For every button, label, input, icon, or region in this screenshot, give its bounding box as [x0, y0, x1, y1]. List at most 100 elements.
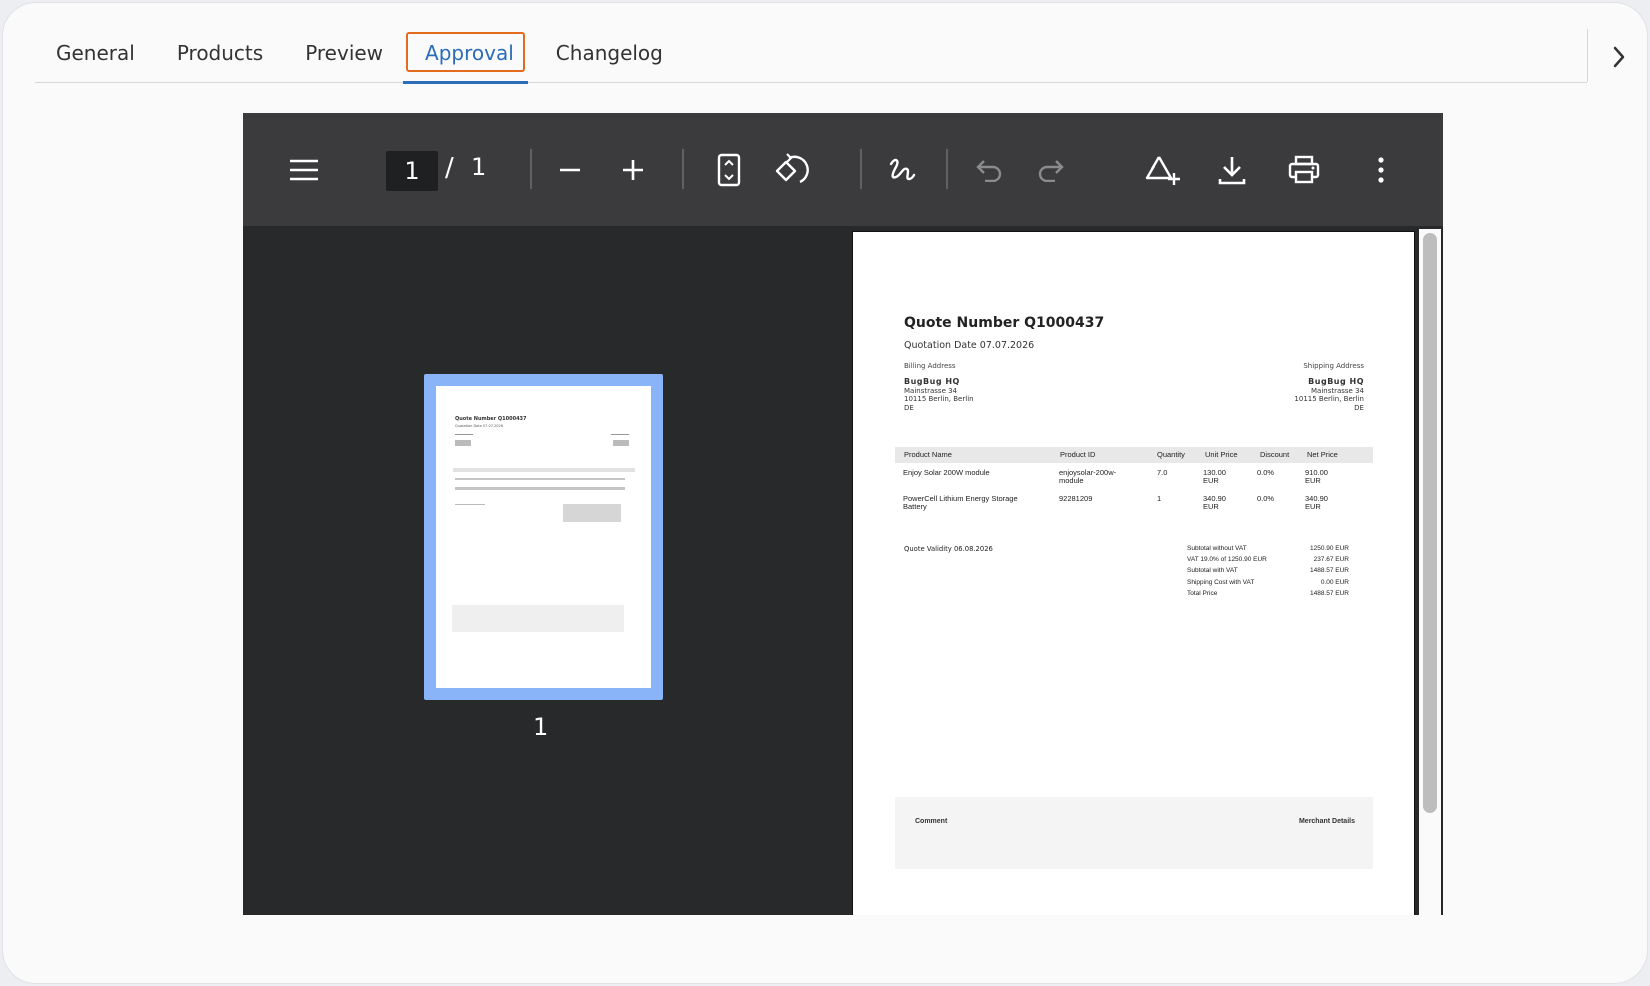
pdf-page: Quote Number Q1000437 Quotation Date 07.…: [852, 231, 1415, 915]
shipping-address-heading: Shipping Address: [1303, 362, 1364, 370]
unit-price: 130.00 EUR: [1203, 469, 1226, 485]
product-name-line: Battery: [903, 502, 927, 511]
scrollbar[interactable]: [1419, 229, 1441, 915]
zoom-in-button[interactable]: [612, 149, 654, 191]
total-label: VAT 19.0% of 1250.90 EUR: [1187, 556, 1267, 564]
zoom-out-icon: [560, 168, 580, 172]
toolbar-divider: [860, 149, 862, 189]
product-id-line: module: [1059, 476, 1084, 485]
thumbnail-title: Quote Number Q1000437: [455, 416, 527, 422]
thumbnail-totals: [563, 504, 621, 522]
thumbnail-table-header: [453, 468, 635, 472]
focus-outline: [406, 32, 525, 72]
scrollbar-thumb[interactable]: [1423, 233, 1437, 813]
pdf-toolbar: 1 / 1: [243, 113, 1443, 226]
more-icon: [1378, 157, 1384, 183]
billing-name: BugBug HQ: [904, 377, 960, 386]
thumbnail-footer: [452, 605, 624, 632]
quote-validity: Quote Validity 06.08.2026: [904, 545, 993, 553]
print-icon: [1288, 155, 1320, 184]
totals-summary: Subtotal without VAT 1250.90 EUR VAT 19.0…: [1187, 545, 1349, 601]
toolbar-divider: [682, 149, 684, 189]
thumbnail-block: [455, 440, 471, 446]
page-number-input[interactable]: 1: [386, 151, 438, 191]
tab-bar: General Products Preview Approval Change…: [35, 29, 1587, 84]
column-header: Product ID: [1060, 450, 1096, 459]
total-line: Subtotal with VAT 1488.57 EUR: [1187, 567, 1349, 578]
tab-general[interactable]: General: [35, 29, 156, 83]
quote-title: Quote Number Q1000437: [904, 315, 1105, 331]
net-price: 910.00 EUR: [1305, 469, 1328, 485]
billing-address: BugBug HQ Mainstrasse 34 10115 Berlin, B…: [904, 377, 974, 412]
rotate-button[interactable]: [770, 149, 812, 191]
zoom-in-icon: [623, 160, 643, 180]
tab-changelog[interactable]: Changelog: [535, 29, 684, 83]
shipping-city: 10115 Berlin, Berlin: [1294, 395, 1364, 404]
table-row: Enjoy Solar 200W module enjoysolar-200w-…: [895, 463, 1373, 489]
redo-icon: [1038, 160, 1064, 182]
total-label: Shipping Cost with VAT: [1187, 578, 1255, 586]
comment-label: Comment: [915, 818, 948, 825]
billing-street: Mainstrasse 34: [904, 386, 958, 395]
total-value: 237.67 EUR: [1313, 556, 1349, 564]
thumbnail-page-preview: Quote Number Q1000437 Quotation Date 07.…: [436, 386, 651, 688]
product-name: PowerCell Lithium Energy Storage Battery: [903, 495, 1018, 511]
quotation-date: Quotation Date 07.07.2026: [904, 340, 1035, 351]
fit-page-button[interactable]: [708, 149, 750, 191]
tab-approval[interactable]: Approval: [403, 29, 535, 84]
total-label: Subtotal with VAT: [1187, 567, 1238, 575]
shipping-country: DE: [1354, 403, 1364, 412]
tab-label: Products: [176, 41, 264, 65]
column-header: Unit Price: [1205, 450, 1238, 459]
undo-button[interactable]: [968, 149, 1010, 191]
total-value: 1250.90 EUR: [1309, 545, 1349, 552]
table-header: Product Name Product ID Quantity Unit Pr…: [895, 447, 1373, 463]
billing-country: DE: [904, 403, 914, 412]
tab-preview[interactable]: Preview: [284, 29, 404, 83]
download-button[interactable]: [1211, 149, 1253, 191]
total-line: VAT 19.0% of 1250.90 EUR 237.67 EUR: [1187, 556, 1349, 567]
shipping-street: Mainstrasse 34: [1310, 386, 1364, 395]
thumbnail-row: [455, 487, 625, 490]
total-label: Total Price: [1187, 589, 1218, 597]
menu-icon: [290, 159, 318, 181]
fit-page-icon: [717, 153, 741, 187]
add-annotation-button[interactable]: [1142, 149, 1184, 191]
active-tab-indicator: [403, 81, 528, 84]
total-label: Subtotal without VAT: [1187, 545, 1247, 552]
tab-products[interactable]: Products: [156, 29, 284, 83]
column-header: Discount: [1260, 450, 1290, 459]
discount: 0.0%: [1257, 468, 1275, 477]
tabs-scroll-right-button[interactable]: [1599, 37, 1639, 77]
net-price: 340.90 EUR: [1305, 495, 1328, 511]
price-currency: EUR: [1203, 502, 1219, 511]
shipping-address: BugBug HQ Mainstrasse 34 10115 Berlin, B…: [1294, 377, 1364, 412]
toolbar-divider: [946, 149, 948, 189]
thumbnail-line: [455, 434, 473, 435]
thumbnail-block: [613, 440, 629, 446]
total-line: Total Price 1488.57 EUR: [1187, 590, 1349, 601]
download-icon: [1218, 157, 1246, 185]
draw-button[interactable]: [881, 149, 923, 191]
product-id: 92281209: [1059, 494, 1093, 503]
discount: 0.0%: [1257, 494, 1275, 503]
print-button[interactable]: [1283, 149, 1325, 191]
column-header: Net Price: [1307, 450, 1338, 459]
rotate-icon: [775, 153, 809, 184]
tab-label: Changelog: [555, 41, 663, 65]
pdf-viewer: 1 / 1 Quote Number Q1000437 Quotation Da…: [243, 113, 1443, 915]
undo-icon: [976, 160, 1002, 182]
merchant-details-label: Merchant Details: [1298, 818, 1355, 825]
product-name: Enjoy Solar 200W module: [903, 469, 990, 477]
shipping-name: BugBug HQ: [1308, 377, 1364, 386]
page-thumbnail[interactable]: Quote Number Q1000437 Quotation Date 07.…: [424, 374, 663, 700]
menu-button[interactable]: [283, 149, 325, 191]
more-options-button[interactable]: [1360, 149, 1402, 191]
redo-button[interactable]: [1030, 149, 1072, 191]
thumbnail-line: [611, 434, 629, 435]
total-line: Shipping Cost with VAT 0.00 EUR: [1187, 579, 1349, 590]
zoom-out-button[interactable]: [549, 149, 591, 191]
column-header: Product Name: [904, 450, 952, 459]
products-table: Product Name Product ID Quantity Unit Pr…: [895, 447, 1373, 515]
table-row: PowerCell Lithium Energy Storage Battery …: [895, 489, 1373, 515]
